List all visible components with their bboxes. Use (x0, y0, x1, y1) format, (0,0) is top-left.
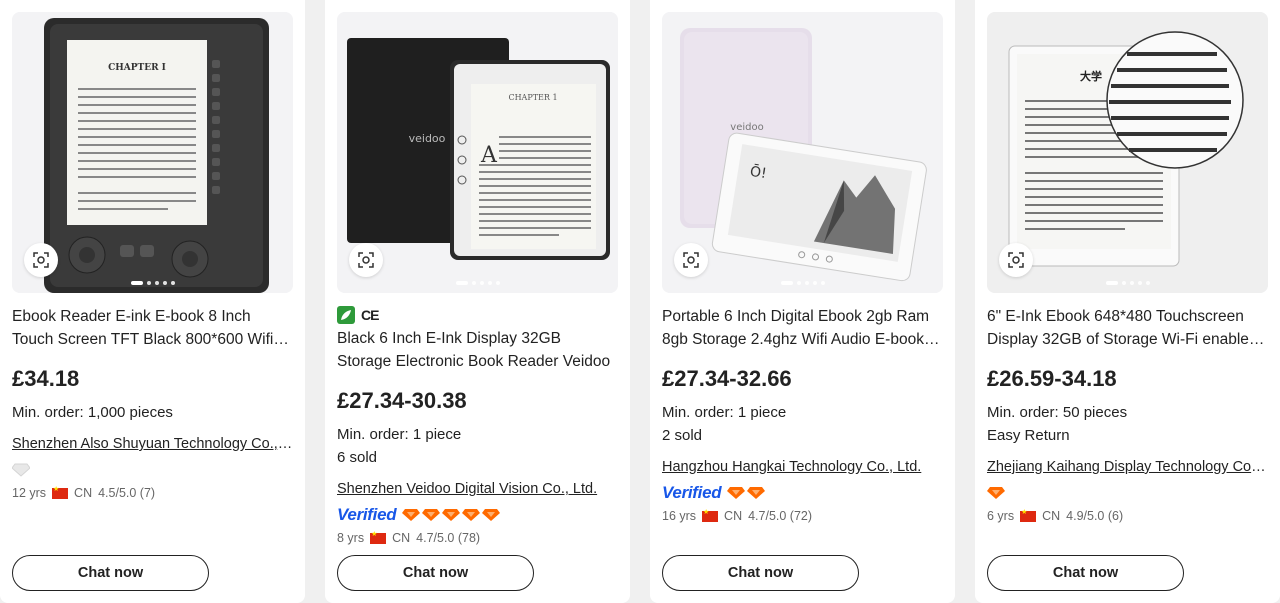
product-price: £27.34-32.66 (662, 366, 792, 391)
product-image[interactable]: CHAPTER I (12, 12, 293, 293)
supplier-link[interactable]: Shenzhen Also Shuyuan Technology Co., Lt… (12, 434, 293, 454)
image-carousel-dots[interactable] (1105, 281, 1150, 285)
min-order: Min. order: 1 piece (337, 426, 462, 443)
product-card[interactable]: CHAPTER I Ebook Reader E-ink E-book 8 In… (0, 0, 305, 603)
supplier-rating: 4.7/5.0 (72) (748, 509, 813, 523)
product-price: £34.18 (12, 366, 80, 391)
supplier-country: CN (1042, 509, 1061, 523)
product-price: £26.59-34.18 (987, 366, 1117, 391)
supplier-rating: 4.9/5.0 (6) (1066, 509, 1124, 523)
product-title[interactable]: Black 6 Inch E-Ink Display 32GB Storage … (337, 327, 618, 373)
diamond-icon (442, 509, 461, 521)
chat-now-button[interactable]: Chat now (987, 555, 1184, 591)
supplier-years: 16 yrs (662, 509, 697, 523)
product-price: £27.34-30.38 (337, 388, 467, 413)
diamond-icon (422, 509, 441, 521)
supplier-rating: 4.7/5.0 (78) (416, 531, 481, 545)
supplier-diamonds (727, 486, 766, 500)
supplier-link[interactable]: Shenzhen Veidoo Digital Vision Co., Ltd. (337, 479, 618, 499)
product-image[interactable]: 大学 (987, 12, 1268, 293)
supplier-country: CN (392, 531, 411, 545)
svg-text:Ō!: Ō! (749, 163, 768, 182)
supplier-link[interactable]: Hangzhou Hangkai Technology Co., Ltd. (662, 457, 943, 477)
diamond-icon (747, 487, 766, 499)
diamond-icon (987, 487, 1005, 499)
silver-diamond-icon (12, 463, 30, 477)
sold-count: 2 sold (662, 427, 703, 444)
china-flag-icon (370, 530, 387, 544)
verified-badge: Verified (662, 483, 722, 502)
scan-icon (33, 252, 49, 268)
brand-text: veidoo (730, 122, 763, 133)
min-order: Min. order: 1 piece (662, 404, 787, 421)
min-order: Min. order: 1,000 pieces (12, 404, 173, 421)
sold-count: 6 sold (337, 449, 378, 466)
product-image[interactable]: veidoo CHAPTER 1 A (337, 12, 618, 293)
china-flag-icon (702, 508, 719, 522)
screen-heading: CHAPTER I (108, 63, 166, 73)
supplier-country: CN (74, 486, 93, 500)
supplier-years: 8 yrs (337, 531, 365, 545)
diamond-icon (402, 509, 421, 521)
scan-icon (683, 252, 699, 268)
supplier-diamonds (987, 486, 1005, 500)
scan-icon (1008, 252, 1024, 268)
visual-search-button[interactable] (349, 243, 383, 277)
leaf-cert-icon (337, 306, 355, 324)
product-card[interactable]: 大学 6" E-Ink Ebook 648*480 Touchscreen Di… (975, 0, 1280, 603)
image-carousel-dots[interactable] (130, 281, 175, 285)
product-card[interactable]: veidoo Ō! Portable 6 Inch Digital Ebook … (650, 0, 955, 603)
screen-heading: 大学 (1080, 69, 1102, 83)
scan-icon (358, 252, 374, 268)
product-title[interactable]: 6" E-Ink Ebook 648*480 Touchscreen Displ… (987, 305, 1268, 351)
chat-now-button[interactable]: Chat now (12, 555, 209, 591)
min-order: Min. order: 50 pieces (987, 404, 1128, 421)
supplier-years: 12 yrs (12, 486, 47, 500)
diamond-icon (482, 509, 501, 521)
ce-cert-mark: CE (361, 307, 379, 323)
easy-return-label: Easy Return (987, 427, 1070, 444)
product-title[interactable]: Ebook Reader E-ink E-book 8 Inch Touch S… (12, 305, 293, 351)
supplier-rating: 4.5/5.0 (7) (98, 486, 156, 500)
supplier-link[interactable]: Zhejiang Kaihang Display Technology Co.,… (987, 457, 1268, 477)
china-flag-icon (52, 485, 69, 499)
supplier-years: 6 yrs (987, 509, 1015, 523)
supplier-country: CN (724, 509, 743, 523)
image-carousel-dots[interactable] (455, 281, 500, 285)
brand-text: veidoo (409, 132, 446, 145)
screen-heading: CHAPTER 1 (508, 93, 557, 102)
product-title[interactable]: Portable 6 Inch Digital Ebook 2gb Ram 8g… (662, 305, 943, 351)
image-carousel-dots[interactable] (780, 281, 825, 285)
visual-search-button[interactable] (674, 243, 708, 277)
visual-search-button[interactable] (24, 243, 58, 277)
visual-search-button[interactable] (999, 243, 1033, 277)
diamond-icon (462, 509, 481, 521)
product-image[interactable]: veidoo Ō! (662, 12, 943, 293)
verified-badge: Verified (337, 505, 397, 524)
chat-now-button[interactable]: Chat now (337, 555, 534, 591)
product-card[interactable]: veidoo CHAPTER 1 A CE Black 6 Inch E-Ink… (325, 0, 630, 603)
supplier-diamonds (402, 508, 501, 522)
chat-now-button[interactable]: Chat now (662, 555, 859, 591)
china-flag-icon (1020, 508, 1037, 522)
diamond-icon (727, 487, 746, 499)
